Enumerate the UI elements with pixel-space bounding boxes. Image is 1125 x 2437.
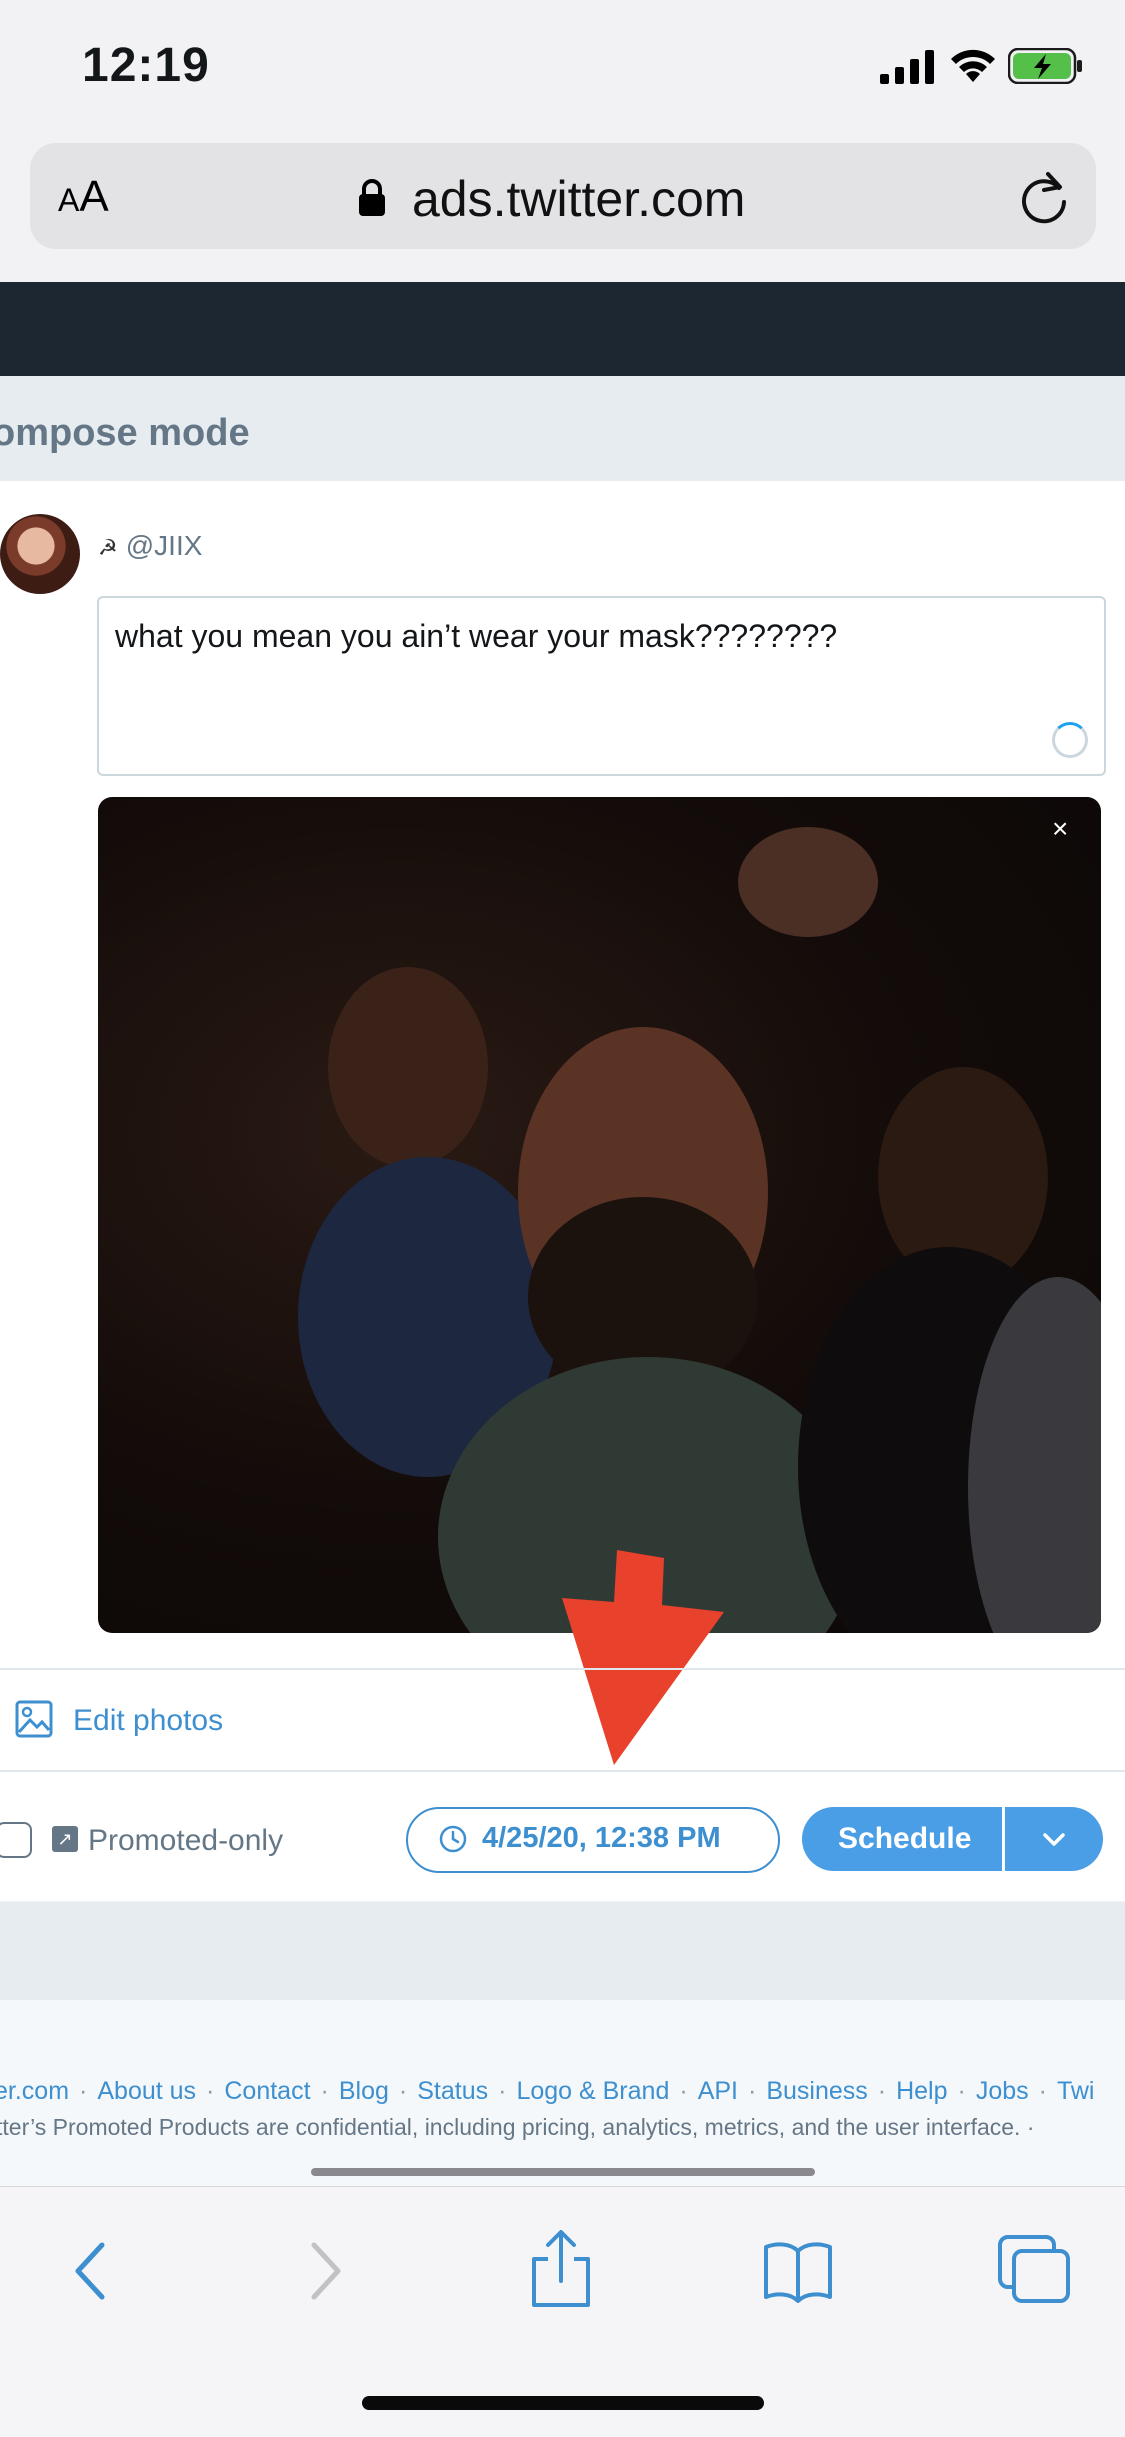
footer-link[interactable]: Jobs xyxy=(976,2077,1029,2105)
url-text[interactable]: ads.twitter.com xyxy=(358,170,745,228)
image-icon[interactable] xyxy=(15,1700,53,1738)
footer-separator: · xyxy=(957,2077,966,2105)
reload-icon[interactable] xyxy=(1018,170,1072,226)
edit-photos-link[interactable]: Edit photos xyxy=(73,1704,223,1738)
schedule-button-label[interactable]: Schedule xyxy=(838,1822,971,1856)
footer-separator: · xyxy=(1038,2077,1047,2105)
battery-icon xyxy=(1008,48,1082,84)
footer-link[interactable]: Help xyxy=(896,2077,947,2105)
footer-notice: tter’s Promoted Products are confidentia… xyxy=(0,2114,1035,2140)
tabs-icon[interactable] xyxy=(996,2233,1072,2305)
back-icon[interactable] xyxy=(70,2239,110,2303)
footer-link[interactable]: er.com xyxy=(0,2077,69,2105)
footer-separator: · xyxy=(747,2077,757,2105)
promoted-only-label: Promoted-only xyxy=(88,1824,284,1857)
footer-separator: · xyxy=(79,2077,88,2105)
account-handle: ☭ @JIIX xyxy=(98,530,203,561)
character-count-indicator xyxy=(1052,722,1088,758)
home-indicator xyxy=(362,2396,764,2410)
divider xyxy=(0,1770,1125,1772)
text-size-button[interactable]: AA xyxy=(58,172,109,222)
footer-link[interactable]: Logo & Brand xyxy=(516,2077,669,2105)
signal-icon xyxy=(880,50,934,84)
footer-separator: · xyxy=(206,2077,215,2105)
promoted-icon: ↗ xyxy=(52,1826,78,1852)
remove-media-button[interactable]: × xyxy=(1052,813,1068,845)
footer-separator: · xyxy=(398,2077,408,2105)
footer-link[interactable]: Business xyxy=(766,2077,867,2105)
avatar xyxy=(0,514,80,594)
tweet-text[interactable]: what you mean you ain’t wear your mask??… xyxy=(115,618,837,655)
bookmarks-icon[interactable] xyxy=(762,2239,834,2303)
footer-link[interactable]: About us xyxy=(97,2077,196,2105)
footer-links: er.com · About us · Contact · Blog · Status · Logo… xyxy=(0,2077,1094,2106)
forward-icon[interactable] xyxy=(306,2239,346,2303)
footer-link[interactable]: API xyxy=(698,2077,738,2105)
promoted-only-checkbox[interactable] xyxy=(0,1822,32,1858)
page-spacer xyxy=(0,1902,1125,2000)
status-time: 12:19 xyxy=(82,39,210,92)
divider xyxy=(0,1668,1125,1670)
schedule-options-button[interactable] xyxy=(1005,1807,1103,1871)
page-title: ompose mode xyxy=(0,412,250,454)
footer-link[interactable]: Twi xyxy=(1057,2077,1095,2105)
footer-link[interactable]: Contact xyxy=(224,2077,310,2105)
footer-separator: · xyxy=(320,2077,329,2105)
footer-link[interactable]: Blog xyxy=(339,2077,389,2105)
clock-icon xyxy=(439,1825,467,1853)
scroll-indicator xyxy=(311,2168,815,2176)
share-icon[interactable] xyxy=(528,2229,594,2309)
footer-separator: · xyxy=(877,2077,887,2105)
footer-separator: · xyxy=(498,2077,507,2105)
chevron-down-icon xyxy=(1043,1833,1065,1846)
attached-media-image xyxy=(98,797,1101,1633)
schedule-date-label[interactable]: 4/25/20, 12:38 PM xyxy=(482,1822,721,1855)
annotation-arrow xyxy=(562,1550,724,1765)
footer-separator: · xyxy=(679,2077,688,2105)
wifi-icon xyxy=(951,49,995,82)
footer-link[interactable]: Status xyxy=(417,2077,488,2105)
top-navigation-bar xyxy=(0,282,1125,376)
